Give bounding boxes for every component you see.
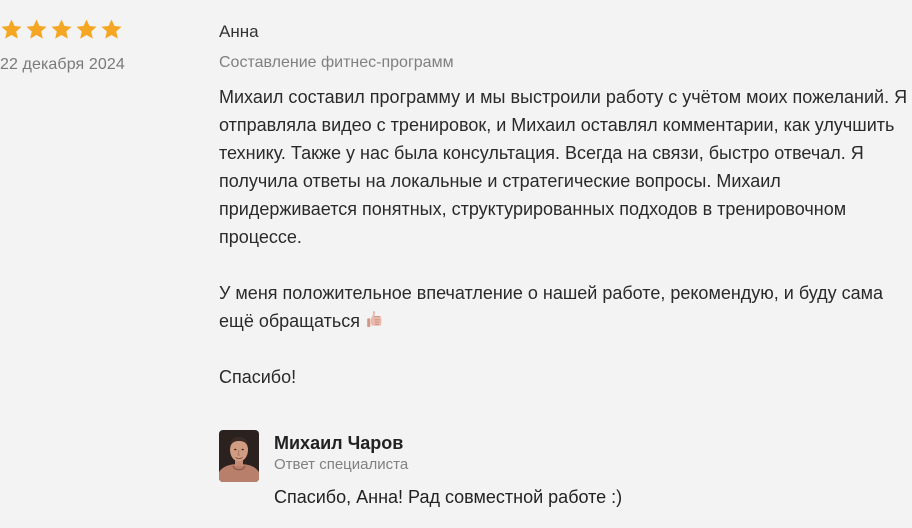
- star-icon: [51, 18, 72, 39]
- review-date: 22 декабря 2024: [0, 56, 125, 73]
- thumbs-up-icon: [367, 310, 382, 327]
- avatar: [219, 430, 259, 482]
- review-paragraph: Михаил составил программу и мы выстроили…: [219, 87, 908, 247]
- star-icon: [76, 18, 97, 39]
- star-rating: [0, 17, 200, 41]
- reply-body: Михаил Чаров Ответ специалиста Спасибо, …: [274, 431, 622, 509]
- specialist-reply: Михаил Чаров Ответ специалиста Спасибо, …: [219, 430, 622, 509]
- review-paragraph: У меня положительное впечатление о нашей…: [219, 279, 912, 335]
- review-card: 22 декабря 2024 Анна Составление фитнес-…: [0, 0, 912, 528]
- star-icon: [26, 18, 47, 39]
- review-text: Михаил составил программу и мы выстроили…: [219, 83, 912, 391]
- star-icon: [101, 18, 122, 39]
- review-paragraph: Спасибо!: [219, 367, 297, 387]
- review-paragraph-text: У меня положительное впечатление о нашей…: [219, 283, 884, 331]
- review-author: Анна: [219, 22, 259, 41]
- review-service: Составление фитнес-программ: [219, 54, 454, 71]
- star-icon: [1, 18, 22, 39]
- specialist-role: Ответ специалиста: [274, 456, 409, 473]
- avatar-photo: [219, 430, 259, 482]
- reply-text: Спасибо, Анна! Рад совместной работе :): [274, 487, 623, 507]
- specialist-name: Михаил Чаров: [274, 433, 404, 453]
- review-meta: 22 декабря 2024: [0, 17, 200, 74]
- review-content: Анна Составление фитнес-программ Михаил …: [219, 20, 912, 391]
